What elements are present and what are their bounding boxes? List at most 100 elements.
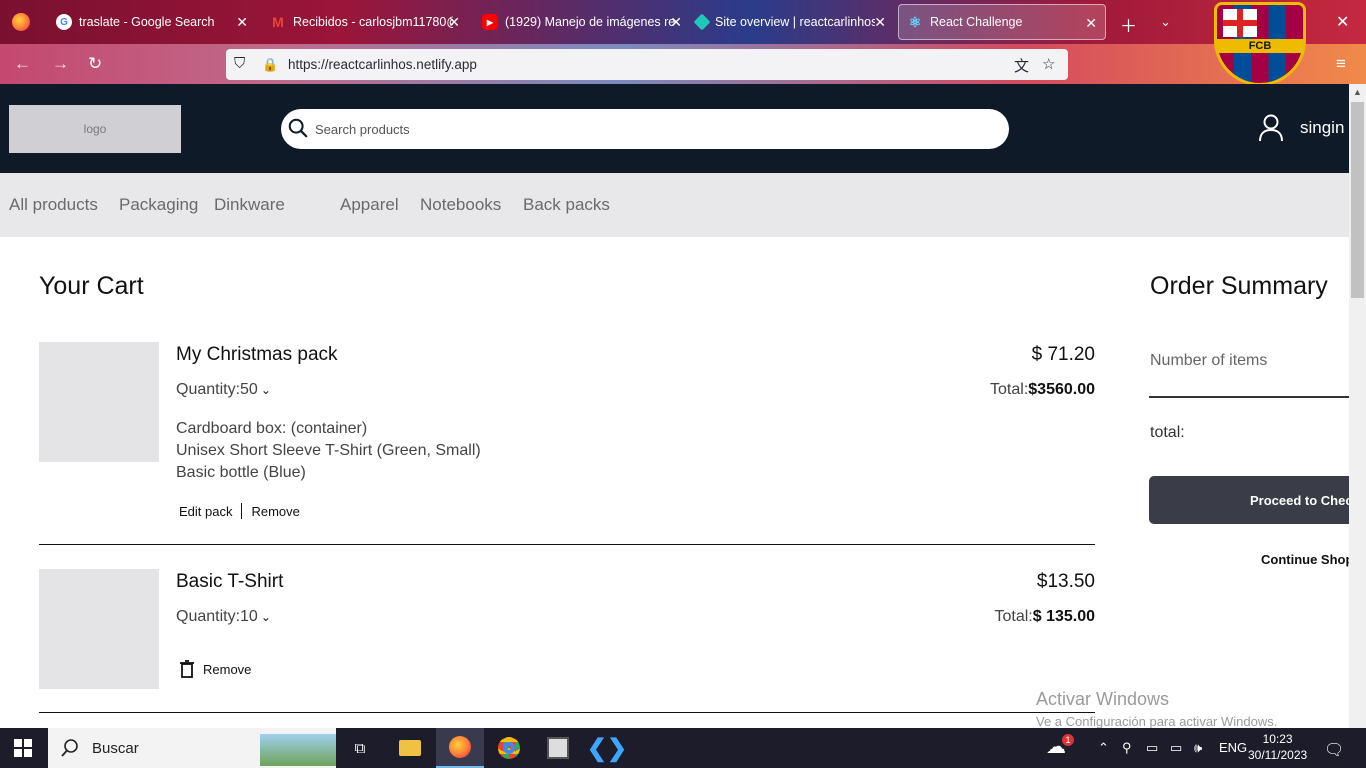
crest-band: FCB xyxy=(1217,39,1303,53)
pack-content-item: Unisex Short Sleeve T-Shirt (Green, Smal… xyxy=(176,442,481,459)
search-input[interactable] xyxy=(315,119,975,139)
clock-time: 10:23 xyxy=(1262,732,1293,746)
watermark-subtitle: Ve a Configuración para activar Windows. xyxy=(1036,714,1278,729)
tab-google-search[interactable]: G traslate - Google Search ✕ xyxy=(48,4,256,40)
close-tab-icon[interactable]: ✕ xyxy=(236,14,248,31)
product-price: $13.50 xyxy=(1036,571,1095,592)
reload-icon[interactable]: ↻ xyxy=(88,54,102,74)
product-image[interactable] xyxy=(39,569,159,689)
category-dinkware[interactable]: Dinkware xyxy=(214,195,285,215)
total-value: $3560.00 xyxy=(1028,381,1095,398)
new-tab-icon[interactable]: ＋ xyxy=(1120,12,1137,37)
line-total: Total:$ 135.00 xyxy=(994,608,1095,626)
logo[interactable]: logo xyxy=(9,105,181,153)
tab-gmail[interactable]: M Recibidos - carlosjbm11780@ ✕ xyxy=(262,4,468,40)
tab-list-chevron-icon[interactable]: ⌄ xyxy=(1160,14,1171,30)
battery-icon[interactable]: ▭ xyxy=(1146,740,1158,756)
close-tab-icon[interactable]: ✕ xyxy=(1085,15,1097,32)
total-label: Total: xyxy=(990,381,1029,398)
windows-taskbar: Buscar ⧉ ❮❯ ☁ 1 ⌃ ⚲ ▭ ▭ 🕪 ENG 10:23 30/1… xyxy=(0,728,1366,768)
file-explorer-icon[interactable] xyxy=(386,728,434,768)
browser-nav-bar: ← → ↻ ⛉ 🔒 https://reactcarlinhos.netlify… xyxy=(0,44,1366,84)
search-bar[interactable] xyxy=(281,109,1009,149)
close-tab-icon[interactable]: ✕ xyxy=(670,14,682,31)
network-icon[interactable]: ▭ xyxy=(1170,740,1182,756)
forward-arrow-icon[interactable]: → xyxy=(52,54,69,74)
address-bar[interactable]: ⛉ 🔒 https://reactcarlinhos.netlify.app 文… xyxy=(226,49,1068,80)
vertical-scrollbar[interactable]: ▲ xyxy=(1349,84,1366,728)
summary-total: total: xyxy=(1150,424,1185,441)
chevron-down-icon: ⌄ xyxy=(260,383,271,397)
product-image[interactable] xyxy=(39,342,159,462)
window-close-icon[interactable]: ✕ xyxy=(1336,12,1349,32)
activate-windows-watermark: Activar Windows Ve a Configuración para … xyxy=(1036,689,1277,729)
notification-center-icon[interactable]: 🗨 xyxy=(1324,740,1344,760)
vscode-icon[interactable]: ❮❯ xyxy=(583,728,631,768)
remove-button[interactable]: Remove xyxy=(251,504,299,519)
language-indicator[interactable]: ENG xyxy=(1219,740,1247,755)
divider xyxy=(241,503,243,519)
proceed-to-checkout-button[interactable]: Proceed to Checkout xyxy=(1149,476,1349,524)
windows-start-icon[interactable] xyxy=(14,739,32,757)
chevron-up-icon[interactable]: ⌃ xyxy=(1098,740,1109,756)
clock-date: 30/11/2023 xyxy=(1248,748,1308,762)
quantity-selector[interactable]: Quantity:50 ⌄ xyxy=(176,381,271,399)
taskbar-search[interactable]: Buscar xyxy=(48,728,336,768)
bookmark-star-icon[interactable]: ☆ xyxy=(1042,55,1055,73)
remove-label: Remove xyxy=(203,661,252,677)
user-icon xyxy=(1259,114,1283,142)
continue-shopping-link[interactable]: Continue Shopping xyxy=(1261,552,1349,567)
task-view-icon[interactable]: ⧉ xyxy=(336,728,384,768)
wifi-icon[interactable]: ⚲ xyxy=(1122,740,1132,756)
back-arrow-icon[interactable]: ← xyxy=(14,54,31,74)
firefox-icon[interactable] xyxy=(436,728,484,768)
react-icon: ⚛ xyxy=(908,13,922,30)
signin-link[interactable]: singin xyxy=(1258,114,1344,142)
tab-youtube[interactable]: ▶ (1929) Manejo de imágenes re ✕ xyxy=(474,4,690,40)
tab-netlify[interactable]: Site overview | reactcarlinhos ✕ xyxy=(688,4,894,40)
tab-react-challenge[interactable]: ⚛ React Challenge ✕ xyxy=(898,4,1106,40)
edit-pack-button[interactable]: Edit pack xyxy=(179,504,232,519)
chrome-icon[interactable] xyxy=(485,728,533,768)
close-tab-icon[interactable]: ✕ xyxy=(448,14,460,31)
system-clock[interactable]: 10:23 30/11/2023 xyxy=(1248,731,1307,763)
chevron-down-icon: ⌄ xyxy=(260,610,271,624)
product-name[interactable]: My Christmas pack xyxy=(176,344,338,366)
quantity-label: Quantity:10 xyxy=(176,608,258,625)
item-divider xyxy=(39,712,1095,713)
scroll-up-icon[interactable]: ▲ xyxy=(1353,87,1362,97)
hamburger-menu-icon[interactable]: ≡ xyxy=(1336,54,1346,74)
quantity-selector[interactable]: Quantity:10 ⌄ xyxy=(176,608,271,626)
product-name[interactable]: Basic T-Shirt xyxy=(176,571,283,593)
product-price: $ 71.20 xyxy=(1031,344,1095,365)
quantity-label: Quantity:50 xyxy=(176,381,258,398)
close-tab-icon[interactable]: ✕ xyxy=(874,14,886,31)
pack-contents: Cardboard box: (container) Unisex Short … xyxy=(176,418,481,484)
remove-button[interactable]: Remove xyxy=(179,660,251,678)
google-icon: G xyxy=(56,14,72,30)
signin-label: singin xyxy=(1300,118,1345,137)
item-actions: Edit pack Remove xyxy=(179,503,300,519)
watermark-title: Activar Windows xyxy=(1036,689,1170,709)
category-notebooks[interactable]: Notebooks xyxy=(420,195,501,215)
firefox-menu-icon[interactable] xyxy=(12,13,30,31)
translate-icon[interactable]: 文 xyxy=(1014,55,1029,76)
total-label: Total: xyxy=(994,608,1033,625)
category-nav: All products Packaging Dinkware Apparel … xyxy=(0,173,1349,237)
notification-badge: 1 xyxy=(1062,734,1074,746)
volume-icon[interactable]: 🕪 xyxy=(1194,740,1202,756)
scrollbar-thumb[interactable] xyxy=(1351,102,1364,298)
lock-icon[interactable]: 🔒 xyxy=(262,57,278,73)
category-all-products[interactable]: All products xyxy=(9,195,98,215)
item-divider xyxy=(39,544,1095,545)
game-app-icon[interactable] xyxy=(534,728,582,768)
category-packaging[interactable]: Packaging xyxy=(119,195,198,215)
trash-icon xyxy=(180,660,194,678)
search-icon xyxy=(61,739,78,757)
cross-emblem xyxy=(1223,9,1257,37)
cart-title: Your Cart xyxy=(39,272,144,300)
category-back-packs[interactable]: Back packs xyxy=(523,195,610,215)
shield-icon[interactable]: ⛉ xyxy=(234,55,245,72)
category-apparel[interactable]: Apparel xyxy=(340,195,399,215)
url-text[interactable]: https://reactcarlinhos.netlify.app xyxy=(288,57,477,72)
